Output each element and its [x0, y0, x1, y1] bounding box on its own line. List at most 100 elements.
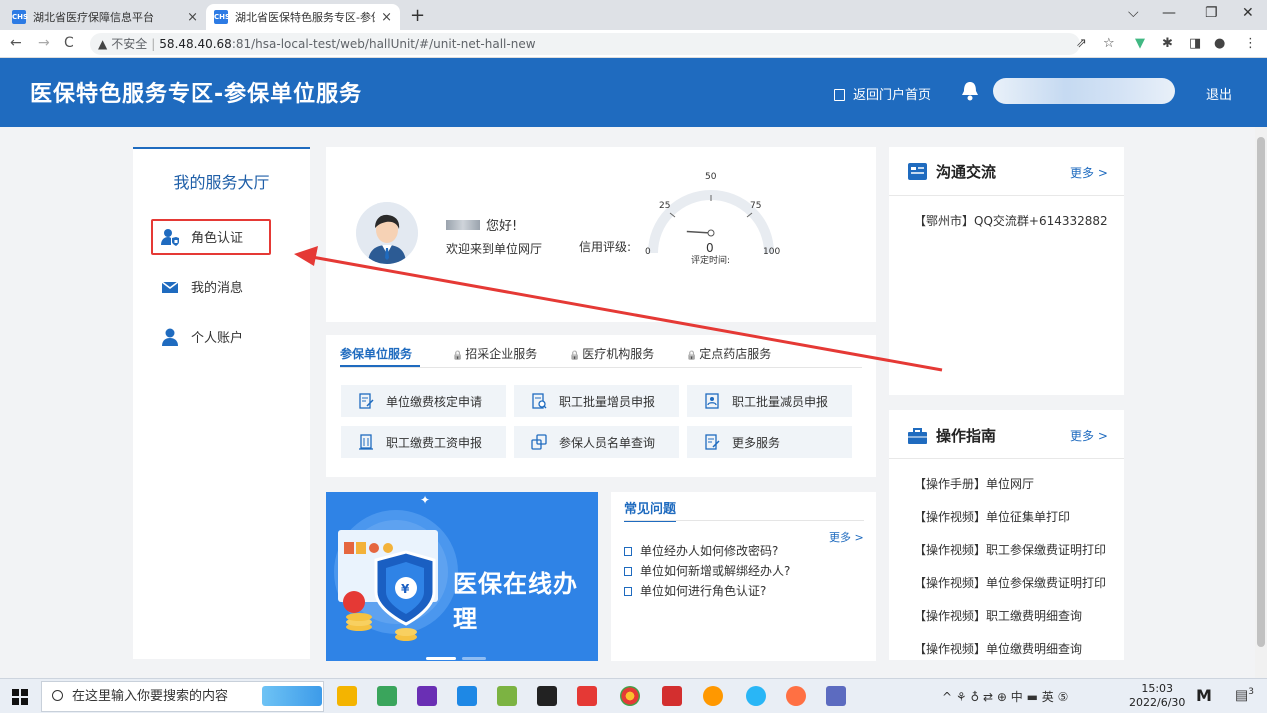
communication-item[interactable]: 【鄂州市】QQ交流群+614332882: [914, 212, 1108, 229]
browser-menu-icon[interactable]: ⋮: [1244, 36, 1257, 51]
guide-item[interactable]: 【操作视频】单位征集单打印: [914, 508, 1070, 525]
reload-button[interactable]: C: [64, 35, 74, 51]
user-shield-icon: [161, 228, 179, 246]
scrollbar-thumb[interactable]: [1257, 137, 1265, 647]
sidebar-item-account[interactable]: 个人账户: [161, 327, 243, 346]
extensions-puzzle-icon[interactable]: ✱: [1162, 36, 1173, 51]
insured-list-query-button[interactable]: 参保人员名单查询: [514, 426, 679, 458]
gauge-tick-50: 50: [705, 172, 717, 182]
button-label: 职工批量增员申报: [559, 394, 656, 409]
communication-more-link[interactable]: 更多 >: [1070, 164, 1108, 181]
bookmark-star-icon[interactable]: ☆: [1103, 36, 1115, 51]
button-label: 职工批量减员申报: [732, 394, 829, 409]
forward-button[interactable]: →: [38, 35, 50, 51]
tab-close-icon[interactable]: ×: [187, 10, 198, 25]
panel-title-label: 操作指南: [936, 427, 997, 445]
vue-devtools-icon[interactable]: ▼: [1135, 36, 1145, 51]
minimize-button[interactable]: —: [1162, 5, 1176, 21]
back-button[interactable]: ←: [10, 35, 22, 51]
close-window-button[interactable]: ✕: [1242, 5, 1254, 21]
guide-item[interactable]: 【操作视频】单位参保缴费证明打印: [914, 574, 1106, 591]
system-tray[interactable]: ^ ⚘ ♁ ⇄ ⊕ 中 ▬ 英 ⑤: [942, 688, 1068, 705]
browser-tab-2-active[interactable]: CHS 湖北省医保特色服务专区-参保单 ×: [206, 4, 400, 30]
site-favicon-icon: CHS: [12, 10, 28, 24]
clock-date: 2022/6/30: [1129, 696, 1186, 709]
avatar: [356, 202, 418, 264]
share-icon[interactable]: ⇗: [1076, 36, 1087, 51]
search-highlight-icon[interactable]: [262, 686, 322, 706]
guide-title: 操作指南: [908, 425, 996, 446]
guide-item[interactable]: 【操作视频】职工缴费明细查询: [914, 607, 1082, 624]
address-bar[interactable]: ▲ 不安全 | 58.48.40.68:81/hsa-local-test/web/h…: [90, 33, 1080, 55]
vscode-icon[interactable]: [457, 686, 477, 706]
bell-icon[interactable]: [960, 80, 980, 105]
tab-medical-institution-service[interactable]: 🔒 医疗机构服务: [569, 345, 654, 362]
svg-text:✦: ✦: [420, 493, 430, 507]
username-redacted: [993, 78, 1175, 104]
sidebar-item-label: 个人账户: [191, 331, 244, 346]
postman-icon[interactable]: [786, 686, 806, 706]
tab-label: 招采企业服务: [465, 347, 538, 361]
sidebar-item-role-auth[interactable]: 角色认证: [161, 227, 243, 246]
carousel-dot[interactable]: [462, 657, 486, 660]
guide-item[interactable]: 【操作手册】单位网厅: [914, 475, 1034, 492]
profile-card: 您好! 欢迎来到单位网厅 信用评级: 0 25 50 75 100 0 评定时间…: [326, 147, 876, 322]
clock-time: 15:03: [1141, 682, 1174, 695]
lock-icon: 🔒: [569, 351, 581, 361]
tab-label: 定点药店服务: [699, 347, 772, 361]
chrome-icon[interactable]: [620, 686, 640, 706]
tab-pharmacy-service[interactable]: 🔒 定点药店服务: [686, 345, 771, 362]
ie-icon[interactable]: [746, 686, 766, 706]
wechat-icon[interactable]: [377, 686, 397, 706]
clock[interactable]: 15:03 2022/6/30: [1129, 682, 1185, 710]
guide-more-link[interactable]: 更多 >: [1070, 427, 1108, 444]
file-explorer-icon[interactable]: [337, 686, 357, 706]
gauge-tick-75: 75: [750, 201, 761, 211]
tab-insured-unit-service[interactable]: 参保单位服务: [340, 345, 412, 362]
notepad-icon[interactable]: [497, 686, 517, 706]
promo-banner[interactable]: ¥ ✦ 医保在线办理: [326, 492, 598, 661]
sidebar-item-messages[interactable]: 我的消息: [161, 277, 243, 296]
carousel-dot-active[interactable]: [426, 657, 456, 660]
tab-close-icon[interactable]: ×: [381, 10, 392, 25]
employee-wage-report-button[interactable]: 职工缴费工资申报: [341, 426, 506, 458]
logout-link[interactable]: 退出: [1206, 84, 1232, 103]
communication-panel: 沟通交流 更多 > 【鄂州市】QQ交流群+614332882: [889, 147, 1124, 395]
faq-item[interactable]: 单位经办人如何修改密码?: [624, 542, 778, 559]
greeting: 您好!: [446, 215, 517, 234]
faq-item[interactable]: 单位如何新增或解绑经办人?: [624, 562, 790, 579]
windows-start-icon[interactable]: [12, 689, 28, 705]
profile-avatar-icon[interactable]: ●: [1214, 36, 1225, 51]
restore-button[interactable]: ❐: [1205, 5, 1218, 21]
batch-remove-employees-button[interactable]: 职工批量减员申报: [687, 385, 852, 417]
browser-tab-1[interactable]: CHS 湖北省医疗保障信息平台 ×: [4, 4, 206, 30]
faq-more-link[interactable]: 更多 >: [829, 529, 864, 545]
remote-app-icon[interactable]: [826, 686, 846, 706]
faq-item-label: 单位如何新增或解绑经办人?: [640, 564, 791, 578]
faq-item[interactable]: 单位如何进行角色认证?: [624, 582, 766, 599]
notification-center-icon[interactable]: ▤3: [1235, 687, 1254, 704]
guide-item[interactable]: 【操作视频】单位缴费明细查询: [914, 640, 1082, 657]
gauge-tick-100: 100: [763, 247, 780, 257]
ime-indicator[interactable]: M: [1196, 686, 1212, 705]
app-g-icon[interactable]: [577, 686, 597, 706]
faq-title: 常见问题: [624, 498, 677, 522]
side-panel-icon[interactable]: ◨: [1189, 36, 1201, 51]
sidebar: 我的服务大厅 角色认证 我的消息 个人账户: [133, 147, 310, 659]
more-services-button[interactable]: 更多服务: [687, 426, 852, 458]
tab-procurement-service[interactable]: 🔒 招采企业服务: [452, 345, 537, 362]
gauge-hub: [707, 229, 715, 237]
intellij-icon[interactable]: [417, 686, 437, 706]
unit-payment-approval-button[interactable]: 单位缴费核定申请: [341, 385, 506, 417]
wps-icon[interactable]: [662, 686, 682, 706]
lock-icon: 🔒: [686, 351, 698, 361]
terminal-icon[interactable]: [537, 686, 557, 706]
credit-gauge: 0 25 50 75 100 0 评定时间:: [645, 172, 780, 266]
batch-add-employees-button[interactable]: 职工批量增员申报: [514, 385, 679, 417]
tab-search-icon[interactable]: ⌵: [1128, 5, 1139, 21]
new-tab-button[interactable]: +: [410, 5, 425, 26]
guide-item[interactable]: 【操作视频】职工参保缴费证明打印: [914, 541, 1106, 558]
page-scrollbar[interactable]: [1255, 127, 1267, 678]
return-home-link[interactable]: 返回门户首页: [834, 84, 931, 103]
browser-app-icon[interactable]: [703, 686, 723, 706]
